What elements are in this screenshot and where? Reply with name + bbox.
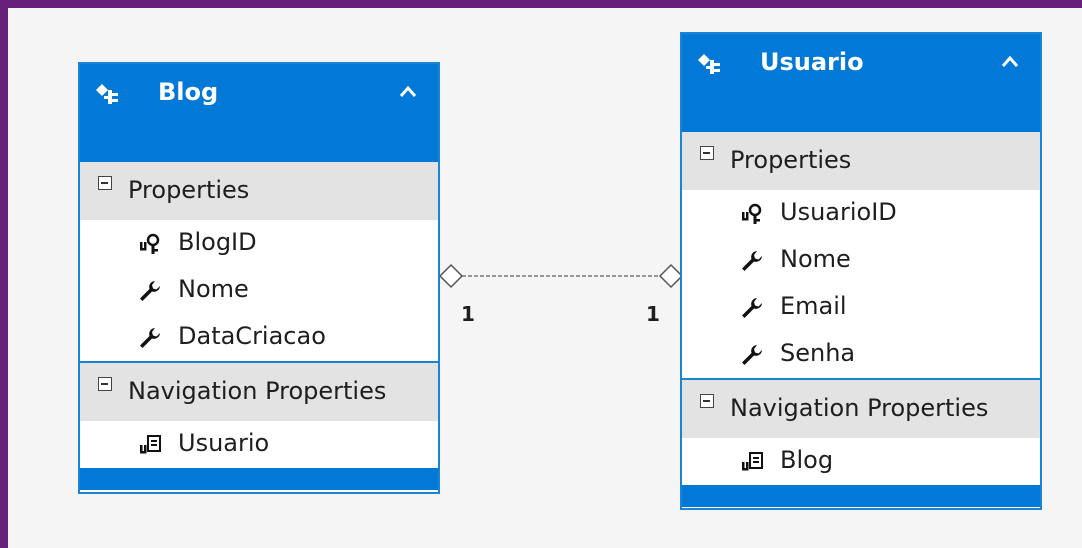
navigation-row[interactable]: Usuario (80, 421, 438, 468)
entity-usuario[interactable]: Usuario Properties UsuarioID Nome Email … (680, 32, 1042, 510)
navigation-section-header[interactable]: Navigation Properties (80, 363, 438, 421)
navigation-name: Blog (780, 446, 834, 474)
property-row[interactable]: UsuarioID (682, 190, 1040, 237)
properties-section-header[interactable]: Properties (682, 132, 1040, 190)
entity-usuario-header[interactable]: Usuario (682, 34, 1040, 132)
property-name: Nome (178, 275, 249, 303)
wrench-property-icon (140, 281, 160, 301)
property-name: BlogID (178, 228, 257, 256)
right-multiplicity-label: 1 (646, 302, 660, 326)
left-multiplicity-label: 1 (461, 302, 475, 326)
minus-box-icon[interactable] (700, 146, 714, 160)
property-name: Nome (780, 245, 851, 273)
entity-footer (682, 485, 1040, 507)
minus-box-icon[interactable] (98, 176, 112, 190)
diagram-canvas: 1 1 Blog Properties BlogID Nome DataCria… (8, 8, 1082, 548)
property-name: DataCriacao (178, 322, 326, 350)
minus-box-icon[interactable] (98, 377, 112, 391)
entity-title: Blog (158, 78, 219, 106)
entity-icon (96, 84, 118, 104)
key-property-icon (742, 203, 762, 224)
chevron-up-icon[interactable] (1000, 54, 1020, 70)
navigation-name: Usuario (178, 429, 270, 457)
navigation-section-label: Navigation Properties (730, 394, 989, 422)
property-row[interactable]: Nome (682, 237, 1040, 284)
property-row[interactable]: Email (682, 284, 1040, 331)
navigation-row[interactable]: Blog (682, 438, 1040, 485)
left-association-end-diamond (438, 263, 464, 289)
property-row[interactable]: Nome (80, 267, 438, 314)
entity-title: Usuario (760, 48, 864, 76)
navigation-property-icon (742, 452, 763, 471)
chevron-up-icon[interactable] (398, 84, 418, 100)
navigation-property-icon (140, 435, 161, 454)
property-name: UsuarioID (780, 198, 897, 226)
properties-section-label: Properties (128, 176, 250, 204)
property-row[interactable]: DataCriacao (80, 314, 438, 361)
wrench-property-icon (742, 298, 762, 318)
entity-footer (80, 468, 438, 490)
key-property-icon (140, 233, 160, 254)
minus-box-icon[interactable] (700, 394, 714, 408)
entity-icon (698, 54, 720, 74)
navigation-section-header[interactable]: Navigation Properties (682, 380, 1040, 438)
properties-section-header[interactable]: Properties (80, 162, 438, 220)
wrench-property-icon (742, 251, 762, 271)
right-association-end-diamond (658, 263, 684, 289)
navigation-section-label: Navigation Properties (128, 377, 387, 405)
property-row[interactable]: Senha (682, 331, 1040, 378)
wrench-property-icon (140, 328, 160, 348)
properties-section-label: Properties (730, 146, 852, 174)
entity-blog-header[interactable]: Blog (80, 64, 438, 162)
wrench-property-icon (742, 345, 762, 365)
property-name: Senha (780, 339, 856, 367)
entity-blog[interactable]: Blog Properties BlogID Nome DataCriacao … (78, 62, 440, 494)
property-row[interactable]: BlogID (80, 220, 438, 267)
property-name: Email (780, 292, 847, 320)
